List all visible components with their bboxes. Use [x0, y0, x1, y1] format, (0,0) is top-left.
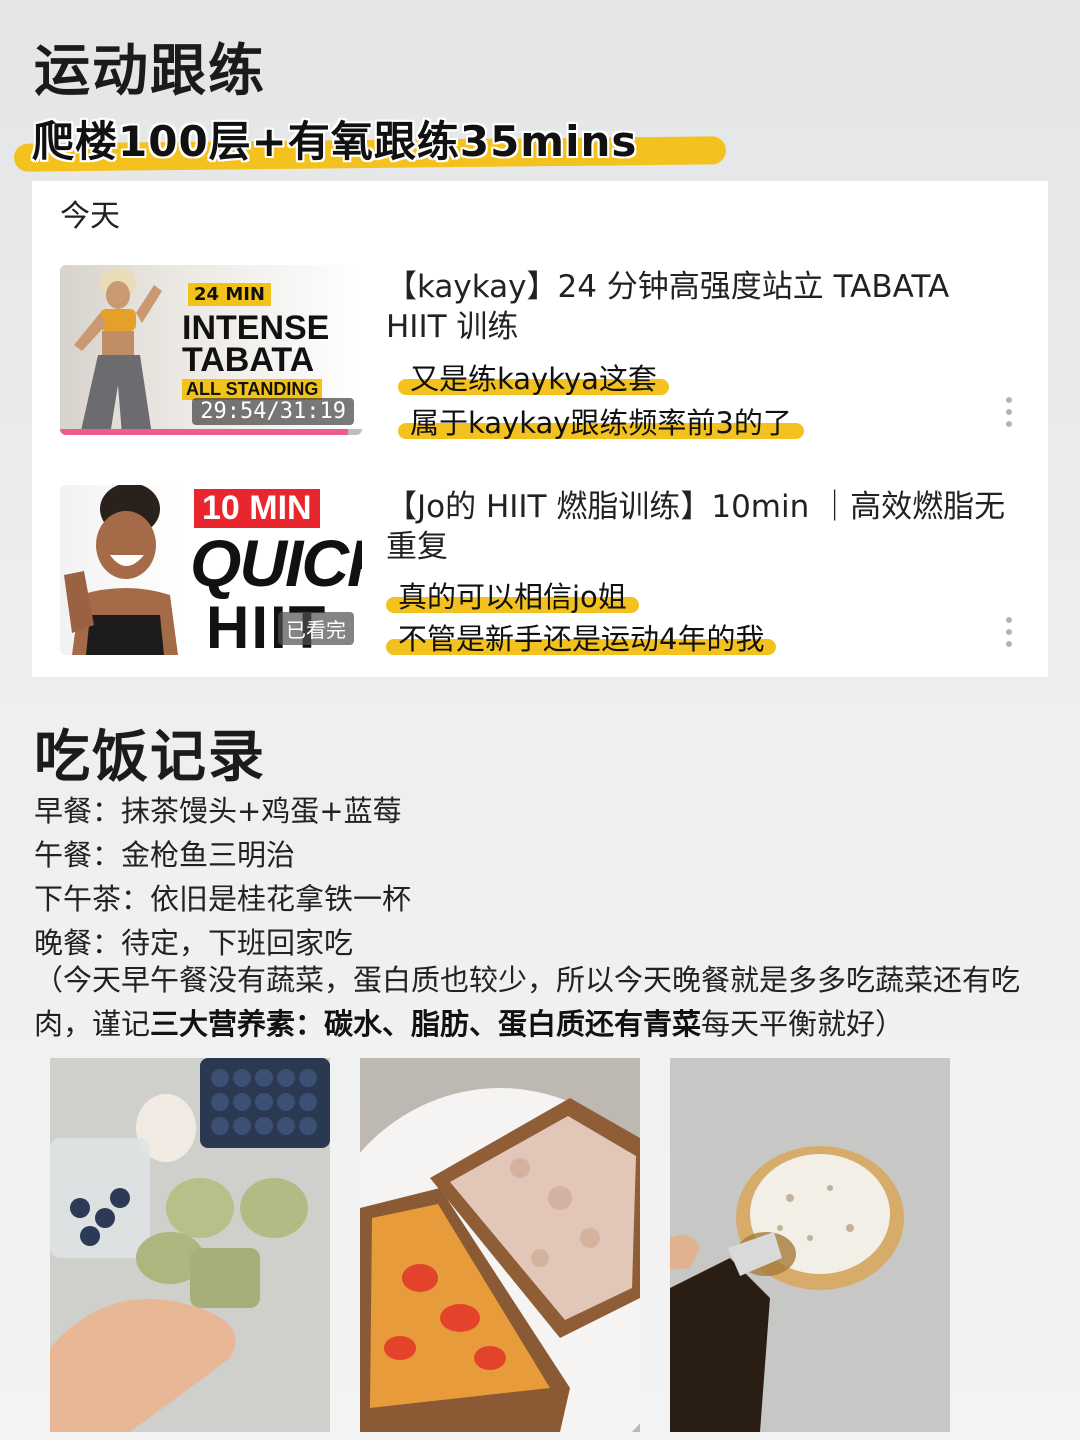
video-note-2: 不管是新手还是运动4年的我	[386, 621, 777, 657]
video-note-1: 又是练kaykya这套	[398, 361, 669, 397]
note-emphasis: 三大营养素：碳水、脂肪、蛋白质还有青菜	[150, 1007, 702, 1041]
meal-breakfast: 早餐：抹茶馒头+鸡蛋+蓝莓	[34, 794, 402, 828]
thumb-duration-tag: 10 MIN	[194, 489, 320, 528]
video-note-1: 真的可以相信jo姐	[386, 579, 639, 615]
meal-lunch: 午餐：金枪鱼三明治	[34, 838, 296, 872]
more-vertical-icon[interactable]	[1004, 617, 1014, 653]
thumb-duration-tag: 24 MIN	[188, 283, 271, 306]
photo-afternoon-tea[interactable]	[670, 1058, 950, 1432]
breakfast-illustration	[50, 1058, 330, 1432]
video-note-2: 属于kaykay跟练频率前3的了	[398, 405, 804, 441]
day-label: 今天	[60, 199, 120, 234]
nutrition-note: （今天早午餐没有蔬菜，蛋白质也较少，所以今天晚餐就是多多吃蔬菜还有吃肉，谨记三大…	[34, 958, 1074, 1046]
note-text: 不管是新手还是运动4年的我	[398, 622, 765, 656]
video-thumbnail[interactable]: 10 MIN QUICK HIIT 已看完	[60, 485, 362, 655]
note-text: 真的可以相信jo姐	[398, 580, 627, 614]
subtitle-banner: 爬楼100层+有氧跟练35mins	[13, 108, 727, 172]
watch-progress-fill	[60, 429, 349, 435]
meal-dinner: 晚餐：待定，下班回家吃	[34, 926, 354, 960]
video-title[interactable]: 【Jo的 HIIT 燃脂训练】10min ｜高效燃脂无重复	[386, 487, 1006, 567]
video-title[interactable]: 【kaykay】24 分钟高强度站立 TABATA HIIT 训练	[386, 267, 1006, 347]
watch-progress-bar	[60, 429, 362, 435]
thumb-title-line-1: QUICK	[190, 526, 362, 600]
note-text: 又是练kaykya这套	[410, 362, 657, 396]
trainer-figure	[74, 267, 162, 435]
page-title: 运动跟练	[34, 39, 266, 104]
meals-title: 吃饭记录	[34, 725, 266, 790]
thumb-title-line-3: ALL STANDING	[182, 379, 323, 400]
note-end: 每天平衡就好）	[701, 1007, 905, 1041]
meal-afternoon-tea: 下午茶：依旧是桂花拿铁一杯	[34, 882, 412, 916]
photo-lunch[interactable]	[360, 1058, 640, 1432]
playback-time-badge: 29:54/31:19	[192, 398, 354, 425]
subtitle: 爬楼100层+有氧跟练35mins	[32, 117, 638, 166]
video-item-kaykay[interactable]: 24 MIN INTENSE TABATA ALL STANDING 29:54…	[60, 265, 1020, 440]
thumb-title-line-2: TABATA	[182, 341, 315, 379]
photo-breakfast[interactable]	[50, 1058, 330, 1432]
workout-history-card: 今天 24 MIN INTENSE TABATA ALL STANDING 29…	[32, 181, 1048, 677]
video-thumbnail[interactable]: 24 MIN INTENSE TABATA ALL STANDING 29:54…	[60, 265, 362, 435]
note-text: 属于kaykay跟练频率前3的了	[410, 406, 792, 440]
more-vertical-icon[interactable]	[1004, 397, 1014, 433]
lunch-illustration	[360, 1058, 640, 1432]
trainer-figure	[64, 485, 178, 655]
watched-badge: 已看完	[278, 612, 354, 645]
video-item-jo[interactable]: 10 MIN QUICK HIIT 已看完 【Jo的 HIIT 燃脂训练】10m…	[60, 485, 1020, 657]
tea-illustration	[670, 1058, 950, 1432]
